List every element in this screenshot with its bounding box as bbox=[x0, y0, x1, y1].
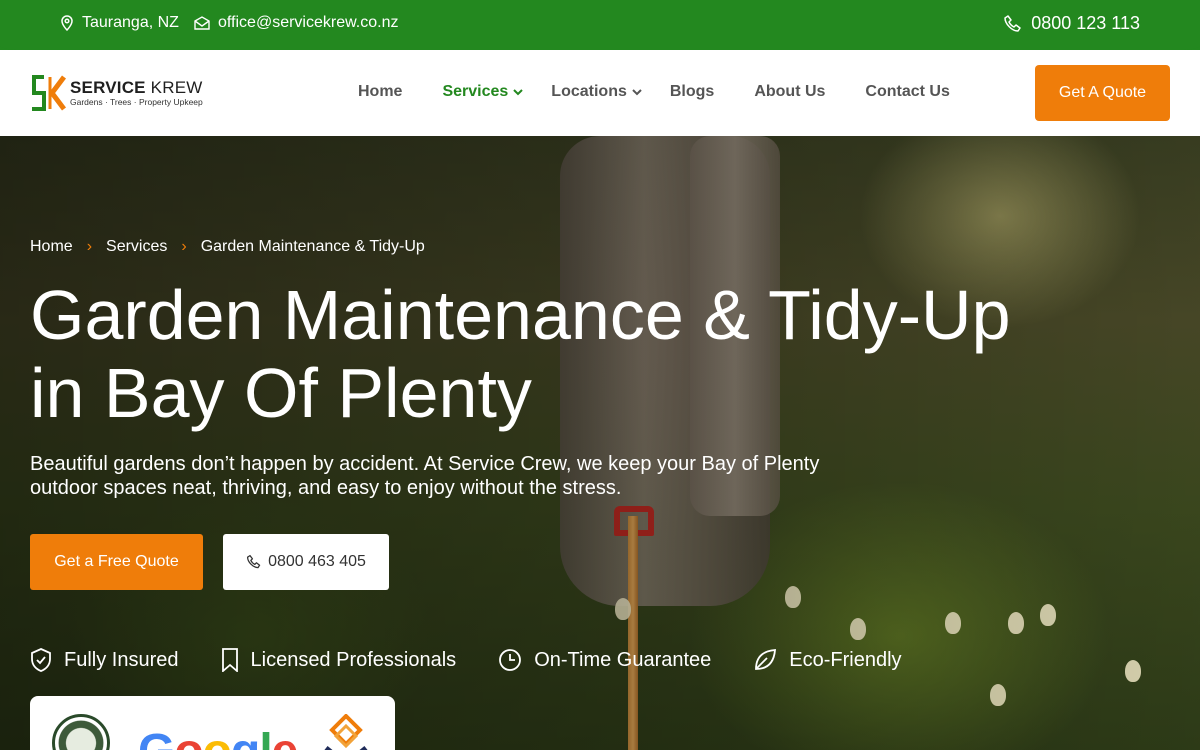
main-nav: Home Services Locations Blogs About Us C… bbox=[358, 83, 990, 101]
email-link[interactable]: office@servicekrew.co.nz bbox=[218, 14, 398, 32]
topbar-phone[interactable]: 0800 123 113 bbox=[1003, 13, 1140, 34]
page-title: Garden Maintenance & Tidy-Up in Bay Of P… bbox=[30, 276, 1011, 432]
logo-name: SERVICE KREW bbox=[70, 78, 203, 98]
leaf-icon bbox=[755, 649, 777, 670]
feature-item: On-Time Guarantee bbox=[498, 648, 711, 672]
chevron-down-icon bbox=[632, 89, 642, 96]
get-a-quote-button[interactable]: Get A Quote bbox=[1035, 65, 1170, 121]
nav-locations[interactable]: Locations bbox=[551, 83, 642, 101]
bookmark-icon bbox=[221, 648, 238, 672]
call-button[interactable]: 0800 463 405 bbox=[223, 534, 389, 590]
breadcrumb-home[interactable]: Home bbox=[30, 238, 73, 256]
feature-item: Eco-Friendly bbox=[753, 648, 902, 672]
shield-check-icon bbox=[31, 648, 51, 672]
breadcrumb: Home › Services › Garden Maintenance & T… bbox=[30, 238, 425, 256]
email-info[interactable]: office@servicekrew.co.nz bbox=[194, 14, 398, 32]
nav-services[interactable]: Services bbox=[442, 83, 524, 101]
certification-badge-logo bbox=[324, 714, 368, 750]
hero-description: Beautiful gardens don’t happen by accide… bbox=[30, 453, 820, 499]
location-text: Tauranga, NZ bbox=[82, 14, 179, 31]
breadcrumb-current: Garden Maintenance & Tidy-Up bbox=[200, 238, 425, 255]
logo[interactable]: SERVICE KREW Gardens · Trees · Property … bbox=[30, 75, 203, 111]
main-header: SERVICE KREW Gardens · Trees · Property … bbox=[0, 50, 1200, 136]
free-quote-button[interactable]: Get a Free Quote bbox=[30, 534, 203, 590]
trust-badges: Google bbox=[30, 696, 395, 750]
logo-tagline: Gardens · Trees · Property Upkeep bbox=[70, 97, 203, 108]
feature-item: Fully Insured bbox=[30, 648, 179, 672]
location-info: Tauranga, NZ bbox=[60, 14, 179, 32]
chevron-right-icon: › bbox=[181, 238, 187, 255]
location-pin-icon bbox=[61, 15, 73, 31]
feature-item: Licensed Professionals bbox=[221, 648, 456, 672]
nav-about[interactable]: About Us bbox=[754, 83, 825, 101]
call-button-label: 0800 463 405 bbox=[268, 553, 366, 570]
hero-section: Home › Services › Garden Maintenance & T… bbox=[0, 136, 1200, 750]
nav-contact[interactable]: Contact Us bbox=[865, 83, 949, 101]
topbar-phone-number[interactable]: 0800 123 113 bbox=[1031, 13, 1140, 34]
google-logo: Google bbox=[138, 724, 298, 750]
feature-list: Fully Insured Licensed Professionals On-… bbox=[30, 648, 944, 672]
breadcrumb-services[interactable]: Services bbox=[106, 238, 167, 256]
phone-icon bbox=[1004, 14, 1021, 32]
logo-mark-icon bbox=[32, 75, 66, 111]
clock-icon bbox=[499, 649, 522, 671]
phone-icon bbox=[247, 554, 261, 569]
nav-blogs[interactable]: Blogs bbox=[670, 83, 714, 101]
association-seal-logo bbox=[52, 714, 110, 750]
envelope-icon bbox=[194, 16, 210, 30]
chevron-down-icon bbox=[513, 89, 524, 96]
chevron-right-icon: › bbox=[86, 238, 93, 255]
top-bar: Tauranga, NZ office@servicekrew.co.nz 08… bbox=[0, 0, 1200, 50]
nav-home[interactable]: Home bbox=[358, 83, 402, 101]
